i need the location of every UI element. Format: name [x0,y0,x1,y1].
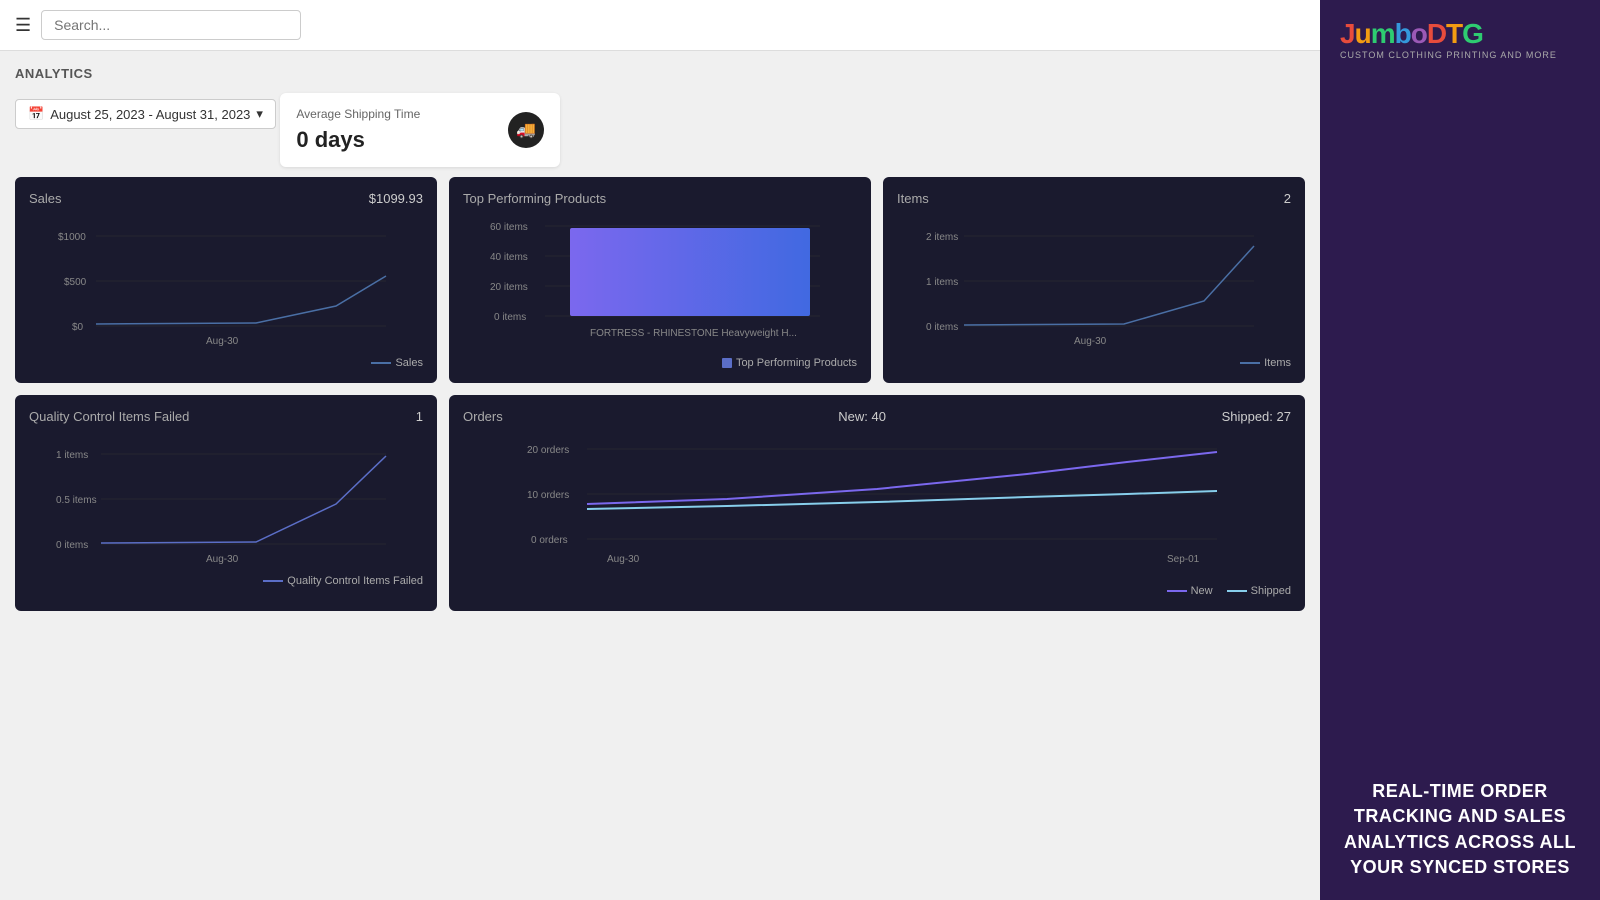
date-range-label: August 25, 2023 - August 31, 2023 [50,107,250,122]
sales-legend: Sales [29,357,423,369]
header: ☰ [0,0,1320,51]
items-chart-svg: 2 items 1 items 0 items Aug-30 [897,216,1291,346]
svg-text:40 items: 40 items [490,252,528,263]
items-legend: Items [897,357,1291,369]
new-legend-label: New [1191,585,1213,597]
sidebar: JumboDTG CUSTOM CLOTHING PRINTING AND MO… [1320,0,1600,900]
svg-text:0 items: 0 items [494,312,526,323]
svg-text:Aug-30: Aug-30 [206,554,239,564]
logo-u: u [1355,18,1371,49]
svg-text:1 items: 1 items [926,277,958,288]
calendar-icon: 📅 [28,106,44,122]
main-area: ☰ ANALYTICS 📅 August 25, 2023 - August 3… [0,0,1320,900]
analytics-title: ANALYTICS [15,66,1305,81]
top-products-svg: 60 items 40 items 20 items 0 items FORTR… [463,216,857,346]
svg-text:0 items: 0 items [926,322,958,333]
sales-chart-title: Sales [29,191,62,206]
sidebar-tagline: REAL-TIME ORDER TRACKING AND SALES ANALY… [1340,779,1580,880]
svg-text:0 items: 0 items [56,540,88,551]
logo-g: G [1462,18,1483,49]
items-chart-header: Items 2 [897,191,1291,206]
svg-text:20 items: 20 items [490,282,528,293]
orders-legend: New Shipped [463,585,1291,597]
stat-content: Average Shipping Time 0 days [296,107,420,153]
items-legend-label: Items [1264,357,1291,369]
items-chart-card: Items 2 2 items 1 items 0 items Aug-30 I… [883,177,1305,383]
logo-subtitle: CUSTOM CLOTHING PRINTING AND MORE [1340,50,1580,60]
top-products-title: Top Performing Products [463,191,606,206]
dashboard-grid: Sales $1099.93 $1000 $500 $0 Aug-30 [0,177,1320,626]
date-picker[interactable]: 📅 August 25, 2023 - August 31, 2023 ▾ [15,99,276,129]
new-legend-item: New [1167,585,1213,597]
top-products-legend-label: Top Performing Products [736,357,857,369]
orders-shipped-label: Shipped: 27 [1222,409,1291,424]
top-products-header: Top Performing Products [463,191,857,206]
sales-chart-value: $1099.93 [369,191,423,206]
svg-text:60 items: 60 items [490,222,528,233]
shipping-stat-card: Average Shipping Time 0 days 🚚 [280,93,560,167]
logo-b: b [1395,18,1411,49]
qc-legend-item: Quality Control Items Failed [263,575,423,587]
sales-legend-item: Sales [371,357,423,369]
svg-text:10 orders: 10 orders [527,490,569,501]
svg-text:20 orders: 20 orders [527,445,569,456]
shipped-legend-item: Shipped [1227,585,1291,597]
shipping-icon: 🚚 [508,112,544,148]
sales-chart-card: Sales $1099.93 $1000 $500 $0 Aug-30 [15,177,437,383]
logo-j: J [1340,18,1355,49]
orders-new-label: New: 40 [838,409,886,424]
top-products-legend: Top Performing Products [463,357,857,369]
sales-chart-header: Sales $1099.93 [29,191,423,206]
svg-text:$1000: $1000 [58,232,86,243]
analytics-section: ANALYTICS 📅 August 25, 2023 - August 31,… [0,51,1320,177]
dropdown-icon: ▾ [256,106,263,122]
menu-icon[interactable]: ☰ [15,15,31,36]
top-products-legend-item: Top Performing Products [722,357,857,369]
items-legend-item: Items [1240,357,1291,369]
qc-legend-label: Quality Control Items Failed [287,575,423,587]
orders-chart-card: Orders New: 40 Shipped: 27 20 orders 10 … [449,395,1305,611]
logo-area: JumboDTG CUSTOM CLOTHING PRINTING AND MO… [1340,20,1580,60]
logo-t: T [1446,18,1462,49]
svg-text:FORTRESS - RHINESTONE Heavywei: FORTRESS - RHINESTONE Heavyweight H... [590,328,797,339]
svg-text:Aug-30: Aug-30 [607,554,640,565]
stat-value: 0 days [296,127,420,153]
shipped-legend-label: Shipped [1251,585,1291,597]
search-input[interactable] [41,10,301,40]
svg-text:Sep-01: Sep-01 [1167,554,1200,565]
svg-text:2 items: 2 items [926,232,958,243]
sales-chart-svg: $1000 $500 $0 Aug-30 [29,216,423,346]
qc-chart-title: Quality Control Items Failed [29,409,189,424]
logo-text: JumboDTG [1340,20,1580,48]
svg-text:1 items: 1 items [56,450,88,461]
qc-legend: Quality Control Items Failed [29,575,423,587]
orders-chart-title: Orders [463,409,503,424]
qc-chart-svg: 1 items 0.5 items 0 items Aug-30 [29,434,423,564]
svg-text:$0: $0 [72,322,84,333]
svg-text:$500: $500 [64,277,87,288]
qc-chart-card: Quality Control Items Failed 1 1 items 0… [15,395,437,611]
logo-d: D [1427,18,1446,49]
items-chart-value: 2 [1284,191,1291,206]
svg-text:Aug-30: Aug-30 [1074,336,1107,346]
qc-chart-header: Quality Control Items Failed 1 [29,409,423,424]
svg-text:0 orders: 0 orders [531,535,568,546]
logo-m: m [1371,18,1395,49]
stat-label: Average Shipping Time [296,107,420,121]
top-products-chart-card: Top Performing Products 60 items 40 item… [449,177,871,383]
sales-legend-label: Sales [395,357,423,369]
logo-o: o [1411,18,1427,49]
svg-text:0.5 items: 0.5 items [56,495,97,506]
orders-chart-header: Orders New: 40 Shipped: 27 [463,409,1291,424]
items-chart-title: Items [897,191,929,206]
qc-chart-value: 1 [416,409,423,424]
svg-text:Aug-30: Aug-30 [206,336,239,346]
orders-chart-svg: 20 orders 10 orders 0 orders Aug-30 Sep-… [463,434,1291,574]
